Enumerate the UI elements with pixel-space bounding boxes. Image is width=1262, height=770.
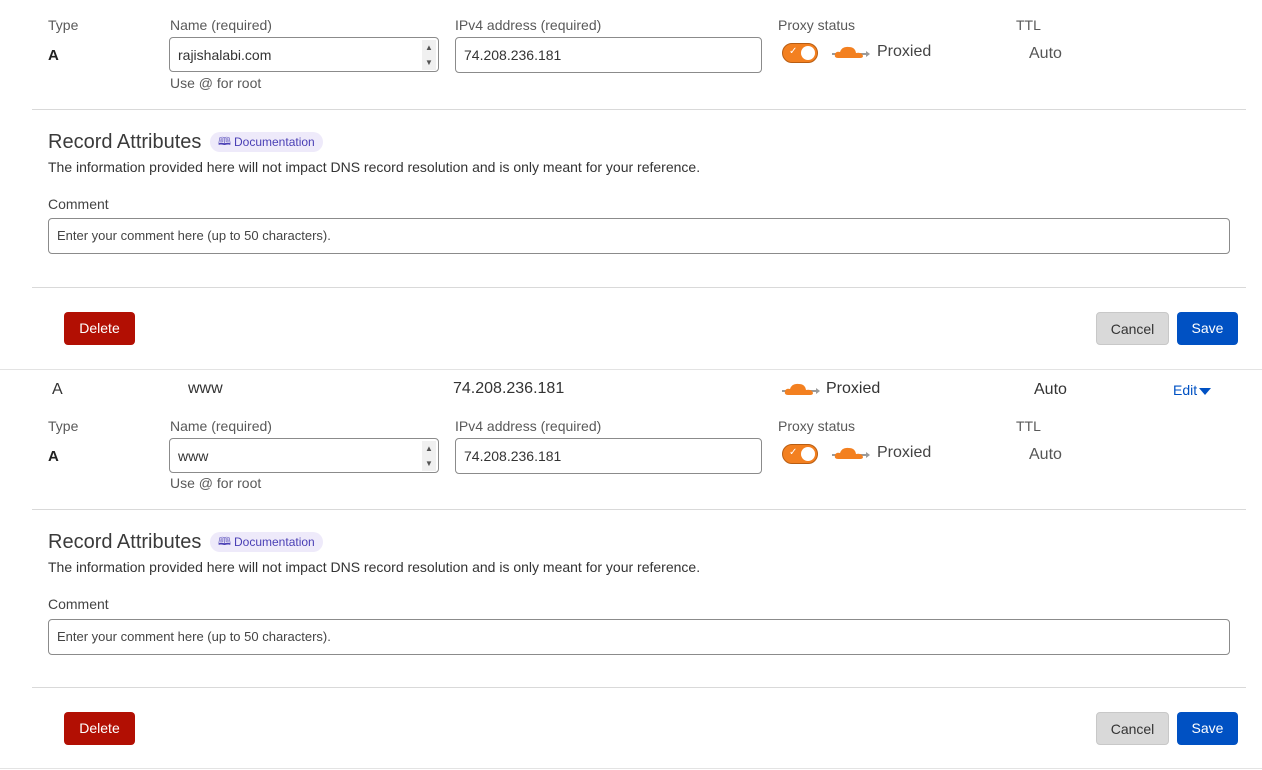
delete-button[interactable]: Delete <box>64 712 135 745</box>
cancel-button[interactable]: Cancel <box>1096 312 1169 345</box>
name-input-value: rajishalabi.com <box>178 47 272 63</box>
ipv4-input[interactable]: 74.208.236.181 <box>455 438 762 474</box>
record-attributes-description: The information provided here will not i… <box>48 159 701 175</box>
cloud-icon <box>782 383 820 395</box>
toggle-knob <box>801 447 815 461</box>
ipv4-input[interactable]: 74.208.236.181 <box>455 37 762 73</box>
row-proxy-status: Proxied <box>826 380 881 397</box>
name-hint: Use @ for root <box>170 75 262 91</box>
book-icon: 🕮 <box>218 136 231 148</box>
stepper-down-icon[interactable]: ▼ <box>422 55 436 70</box>
toggle-knob <box>801 46 815 60</box>
record-attributes-title: Record Attributes <box>48 531 202 553</box>
divider <box>32 509 1246 510</box>
proxy-label: Proxy status <box>778 17 856 33</box>
type-value: A <box>48 47 59 64</box>
comment-label: Comment <box>48 196 109 212</box>
name-stepper[interactable]: ▲ ▼ <box>422 441 436 471</box>
proxy-toggle[interactable]: ✓ <box>782 43 818 63</box>
proxied-label: Proxied <box>877 444 932 461</box>
stepper-down-icon[interactable]: ▼ <box>422 456 436 471</box>
divider <box>32 287 1246 288</box>
row-ttl: Auto <box>1034 381 1067 398</box>
documentation-label: Documentation <box>234 135 315 149</box>
edit-label: Edit <box>1173 382 1198 398</box>
type-value: A <box>48 448 59 465</box>
ttl-value: Auto <box>1029 45 1062 62</box>
name-stepper[interactable]: ▲ ▼ <box>422 40 436 70</box>
divider <box>32 109 1246 110</box>
comment-input[interactable]: Enter your comment here (up to 50 charac… <box>48 619 1230 655</box>
name-label: Name (required) <box>170 418 272 434</box>
record-attributes-description: The information provided here will not i… <box>48 559 701 575</box>
ttl-label: TTL <box>1016 17 1041 33</box>
ttl-value: Auto <box>1029 446 1062 463</box>
divider <box>32 687 1246 688</box>
ttl-label: TTL <box>1016 418 1041 434</box>
row-divider <box>0 369 1262 370</box>
cloud-icon <box>832 46 870 58</box>
name-hint: Use @ for root <box>170 475 262 491</box>
row-type: A <box>52 381 63 398</box>
stepper-up-icon[interactable]: ▲ <box>422 40 436 55</box>
record-attributes-title: Record Attributes <box>48 131 202 153</box>
name-input[interactable]: rajishalabi.com ▲ ▼ <box>169 37 439 72</box>
proxy-toggle[interactable]: ✓ <box>782 444 818 464</box>
name-input-value: www <box>178 448 209 464</box>
cloud-icon <box>832 447 870 459</box>
comment-label: Comment <box>48 596 109 612</box>
save-button[interactable]: Save <box>1177 312 1238 345</box>
caret-down-icon <box>1199 387 1212 395</box>
book-icon: 🕮 <box>218 536 231 548</box>
check-icon: ✓ <box>789 447 798 458</box>
delete-button[interactable]: Delete <box>64 312 135 345</box>
stepper-up-icon[interactable]: ▲ <box>422 441 436 456</box>
name-input[interactable]: www ▲ ▼ <box>169 438 439 473</box>
check-icon: ✓ <box>789 46 798 57</box>
type-label: Type <box>48 418 79 434</box>
documentation-link[interactable]: 🕮 Documentation <box>210 132 323 152</box>
row-content: 74.208.236.181 <box>453 380 565 397</box>
row-divider <box>0 768 1262 769</box>
proxy-label: Proxy status <box>778 418 856 434</box>
cancel-button[interactable]: Cancel <box>1096 712 1169 745</box>
documentation-label: Documentation <box>234 535 315 549</box>
row-name: www <box>188 380 223 397</box>
edit-button[interactable]: Edit <box>1173 382 1212 398</box>
save-button[interactable]: Save <box>1177 712 1238 745</box>
type-label: Type <box>48 17 79 33</box>
proxied-label: Proxied <box>877 43 932 60</box>
ipv4-label: IPv4 address (required) <box>455 17 602 33</box>
documentation-link[interactable]: 🕮 Documentation <box>210 532 323 552</box>
name-label: Name (required) <box>170 17 272 33</box>
comment-input[interactable]: Enter your comment here (up to 50 charac… <box>48 218 1230 254</box>
ipv4-label: IPv4 address (required) <box>455 418 602 434</box>
